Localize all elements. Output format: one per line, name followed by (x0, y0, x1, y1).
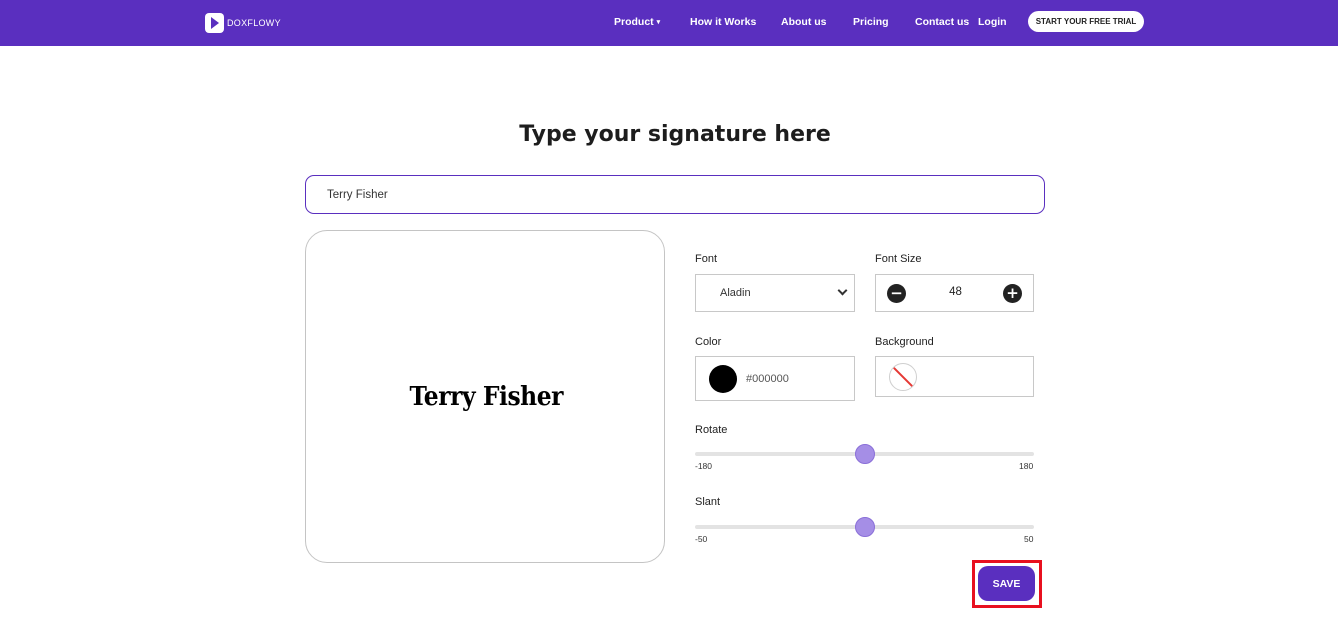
font-size-stepper: − 48 + (875, 274, 1034, 312)
nav-product[interactable]: Product ▾ (614, 16, 660, 28)
color-picker[interactable]: #000000 (695, 356, 855, 401)
rotate-slider-thumb[interactable] (854, 444, 875, 464)
nav-pricing[interactable]: Pricing (853, 16, 889, 28)
logo-text: DOXFLOWY (227, 18, 281, 28)
slant-max-label: 50 (1024, 534, 1034, 544)
chevron-down-icon: ▾ (656, 19, 661, 26)
slant-slider-thumb[interactable] (854, 517, 875, 537)
start-free-trial-button[interactable]: START YOUR FREE TRIAL (1028, 11, 1144, 32)
nav-about-us[interactable]: About us (781, 16, 827, 28)
font-select[interactable]: Aladin (695, 274, 855, 312)
nav-login[interactable]: Login (978, 16, 1007, 28)
color-swatch[interactable] (709, 364, 737, 393)
save-button[interactable]: SAVE (978, 566, 1035, 601)
plus-icon[interactable]: + (1003, 284, 1022, 303)
rotate-max-label: 180 (1019, 461, 1034, 471)
logo[interactable]: DOXFLOWY (205, 13, 281, 33)
slant-label: Slant (695, 496, 721, 508)
background-label: Background (875, 336, 934, 348)
nav-contact-us[interactable]: Contact us (915, 16, 969, 28)
no-background-icon[interactable] (889, 363, 917, 391)
color-label: Color (695, 336, 722, 348)
background-picker[interactable] (875, 356, 1034, 397)
page-title: Type your signature here (519, 122, 831, 147)
rotate-min-label: -180 (695, 461, 713, 471)
signature-preview: Terry Fisher (305, 230, 665, 563)
logo-icon (205, 13, 224, 33)
signature-text-input[interactable]: Terry Fisher (305, 175, 1045, 214)
top-navbar: DOXFLOWY Product ▾ How it Works About us … (0, 0, 1338, 46)
font-size-label: Font Size (875, 253, 922, 265)
signature-preview-text: Terry Fisher (409, 381, 563, 412)
chevron-down-icon (837, 285, 848, 296)
font-label: Font (695, 253, 718, 265)
color-hex-value: #000000 (746, 372, 789, 385)
rotate-label: Rotate (695, 424, 728, 436)
nav-product-label: Product (614, 16, 654, 28)
nav-how-it-works[interactable]: How it Works (690, 16, 756, 28)
slant-min-label: -50 (695, 534, 708, 544)
font-select-value: Aladin (720, 287, 751, 299)
